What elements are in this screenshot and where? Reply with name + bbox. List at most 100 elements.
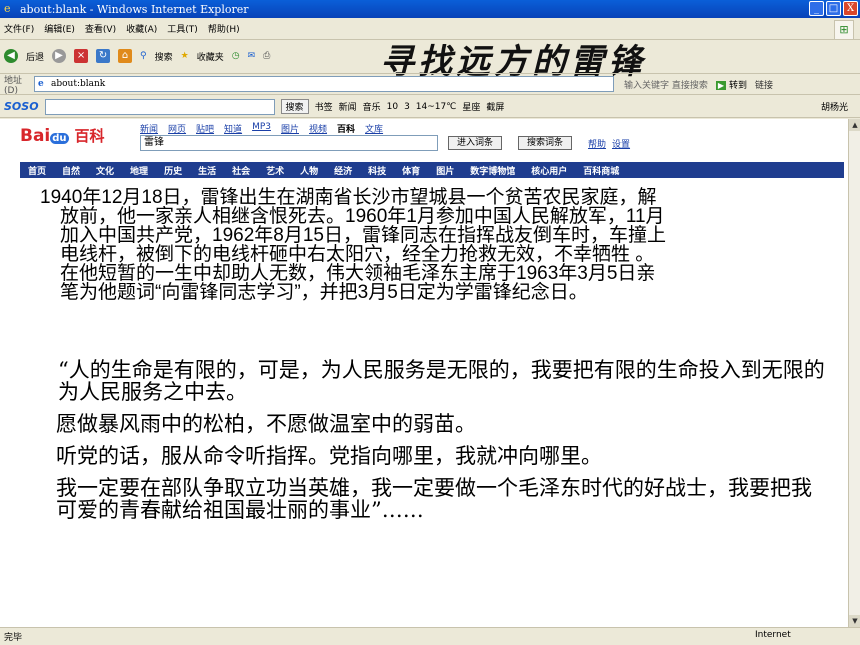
cat-museum[interactable]: 数字博物馆	[462, 164, 523, 177]
nav-zhidao[interactable]: 知道	[224, 122, 242, 135]
cat-images[interactable]: 图片	[428, 164, 462, 177]
cat-geography[interactable]: 地理	[122, 164, 156, 177]
bio-line: 电线杆，被倒下的电线杆砸中右太阳穴，经全力抢救无效，不幸牺牲 。	[60, 244, 655, 265]
cat-history[interactable]: 历史	[156, 164, 190, 177]
favorites-label[interactable]: 收藏夹	[197, 50, 224, 63]
cat-home[interactable]: 首页	[20, 164, 54, 177]
cat-culture[interactable]: 文化	[88, 164, 122, 177]
menu-help[interactable]: 帮助(H)	[208, 22, 240, 35]
cat-mall[interactable]: 百科商城	[575, 164, 627, 177]
close-button[interactable]: X	[843, 1, 858, 16]
cat-core-users[interactable]: 核心用户	[523, 164, 575, 177]
game-count[interactable]: 10	[387, 102, 398, 112]
baike-logo-text: 百科	[74, 127, 105, 145]
bio-line: 笔为他题词“向雷锋同志学习”，并把3月5日定为学雷锋纪念日。	[60, 282, 588, 303]
menu-edit[interactable]: 编辑(E)	[44, 22, 75, 35]
mail-count[interactable]: 3	[404, 102, 410, 112]
cat-nature[interactable]: 自然	[54, 164, 88, 177]
go-button[interactable]: 转到	[716, 78, 747, 91]
quote-paragraph: 愿做暴风雨中的松柏，不愿做温室中的弱苗。	[56, 412, 476, 436]
vertical-scrollbar[interactable]: ▲ ▼	[848, 119, 860, 627]
nav-mp3[interactable]: MP3	[252, 122, 271, 135]
menu-file[interactable]: 文件(F)	[4, 22, 34, 35]
search-entry-button[interactable]: 搜索词条	[518, 136, 573, 150]
news-button[interactable]: 新闻	[339, 100, 357, 113]
cat-art[interactable]: 艺术	[258, 164, 292, 177]
quotes-block: “人的生命是有限的，可是，为人民服务是无限的，我要把有限的生命投入到无限的为人民…	[56, 359, 826, 531]
scroll-down-icon[interactable]: ▼	[849, 615, 860, 627]
stop-icon[interactable]: ×	[74, 49, 89, 63]
print-icon[interactable]: ⎙	[263, 51, 270, 61]
weather-button[interactable]: 14~17℃	[416, 102, 457, 112]
bio-line: 在他短暂的一生中却助人无数，伟大领袖毛泽东主席于1963年3月5日亲	[60, 263, 656, 284]
back-label[interactable]: 后退	[26, 50, 44, 63]
nav-baike[interactable]: 百科	[337, 122, 355, 135]
minimize-button[interactable]: _	[809, 1, 824, 16]
baidu-nav: 新闻 网页 贴吧 知道 MP3 图片 视频 百科 文库	[140, 122, 383, 135]
search-icon[interactable]: ⚲	[140, 51, 147, 61]
nav-wenku[interactable]: 文库	[365, 122, 383, 135]
soso-search-button[interactable]: 搜索	[280, 99, 309, 114]
bio-line: 1940年12月18日，雷锋出生在湖南省长沙市望城县一个贫苦农民家庭，解	[40, 187, 657, 208]
bookmarks-button[interactable]: 书签	[315, 100, 333, 113]
forward-icon[interactable]: ▶	[52, 49, 67, 63]
baike-search-input[interactable]: 雷锋	[140, 135, 438, 151]
scroll-up-icon[interactable]: ▲	[849, 119, 860, 131]
quote-paragraph: 我一定要在部队争取立功当英雄，我一定要做一个毛泽东时代的好战士，我要把我可爱的青…	[56, 476, 812, 522]
address-label: 地址(D)	[4, 75, 23, 96]
cat-people[interactable]: 人物	[292, 164, 326, 177]
links-label[interactable]: 链接	[755, 78, 773, 91]
menu-favorites[interactable]: 收藏(A)	[126, 22, 157, 35]
nav-web[interactable]: 网页	[168, 122, 186, 135]
quote-paragraph: 听党的话，服从命令听指挥。党指向哪里，我就冲向哪里。	[56, 444, 602, 468]
settings-link[interactable]: 设置	[612, 137, 630, 150]
menu-tools[interactable]: 工具(T)	[167, 22, 198, 35]
category-bar: 首页 自然 文化 地理 历史 生活 社会 艺术 人物 经济 科技 体育 图片 数…	[20, 162, 844, 178]
address-hint[interactable]: 输入关键字 直接搜索	[624, 78, 708, 91]
cat-tech[interactable]: 科技	[360, 164, 394, 177]
maximize-button[interactable]: □	[826, 1, 841, 16]
mail-icon[interactable]: ✉	[248, 51, 256, 61]
nav-images[interactable]: 图片	[281, 122, 299, 135]
internet-zone: Internet	[755, 630, 791, 640]
baidu-logo-text: Bai	[20, 126, 51, 146]
soso-search-input[interactable]	[44, 98, 275, 115]
status-bar: 完毕 Internet	[0, 627, 860, 645]
nav-toolbar: ◀ 后退 ▶ × ↻ ⌂ ⚲ 搜索 ★ 收藏夹 ◷ ✉ ⎙	[0, 41, 330, 71]
enter-entry-button[interactable]: 进入词条	[448, 136, 503, 150]
soso-toolbar: SOSO 搜索 书签 新闻 音乐 10 3 14~17℃ 星座 截屏 胡杨光	[0, 96, 860, 118]
cat-sports[interactable]: 体育	[394, 164, 428, 177]
nav-video[interactable]: 视频	[309, 122, 327, 135]
address-bar: 地址(D) about:blank 输入关键字 直接搜索 转到 链接	[0, 73, 860, 96]
bio-line: 加入中国共产党，1962年8月15日，雷锋同志在指挥战友倒车时，车撞上	[60, 225, 666, 246]
cat-life[interactable]: 生活	[190, 164, 224, 177]
baike-help-links: 帮助 设置	[588, 137, 630, 150]
title-bar: e about:blank - Windows Internet Explore…	[0, 0, 860, 18]
star-icon[interactable]: ★	[181, 51, 189, 61]
status-text: 完毕	[4, 633, 23, 643]
ie-icon: e	[4, 2, 11, 15]
soso-logo: SOSO	[4, 100, 39, 113]
home-icon[interactable]: ⌂	[118, 49, 133, 63]
address-input[interactable]: about:blank	[34, 76, 614, 92]
user-name[interactable]: 胡杨光	[821, 100, 848, 113]
baidu-paw-icon: du	[50, 133, 69, 144]
refresh-icon[interactable]: ↻	[96, 49, 111, 63]
history-icon[interactable]: ◷	[232, 51, 240, 61]
screenshot-button[interactable]: 截屏	[486, 100, 504, 113]
window-title: about:blank - Windows Internet Explorer	[20, 2, 249, 16]
horoscope-button[interactable]: 星座	[462, 100, 480, 113]
search-label[interactable]: 搜索	[155, 50, 173, 63]
window-controls: _ □ X	[809, 1, 858, 16]
menu-view[interactable]: 查看(V)	[85, 22, 116, 35]
nav-tieba[interactable]: 贴吧	[196, 122, 214, 135]
help-link[interactable]: 帮助	[588, 137, 606, 150]
cat-society[interactable]: 社会	[224, 164, 258, 177]
baidu-baike-logo[interactable]: Bai du 百科	[20, 125, 104, 146]
bio-paragraph: 1940年12月18日，雷锋出生在湖南省长沙市望城县一个贫苦农民家庭，解 放前，…	[40, 188, 830, 302]
music-button[interactable]: 音乐	[363, 100, 381, 113]
cat-economy[interactable]: 经济	[326, 164, 360, 177]
page-content: Bai du 百科 新闻 网页 贴吧 知道 MP3 图片 视频 百科 文库 雷锋 …	[0, 119, 848, 627]
nav-news[interactable]: 新闻	[140, 122, 158, 135]
back-icon[interactable]: ◀	[4, 49, 18, 63]
